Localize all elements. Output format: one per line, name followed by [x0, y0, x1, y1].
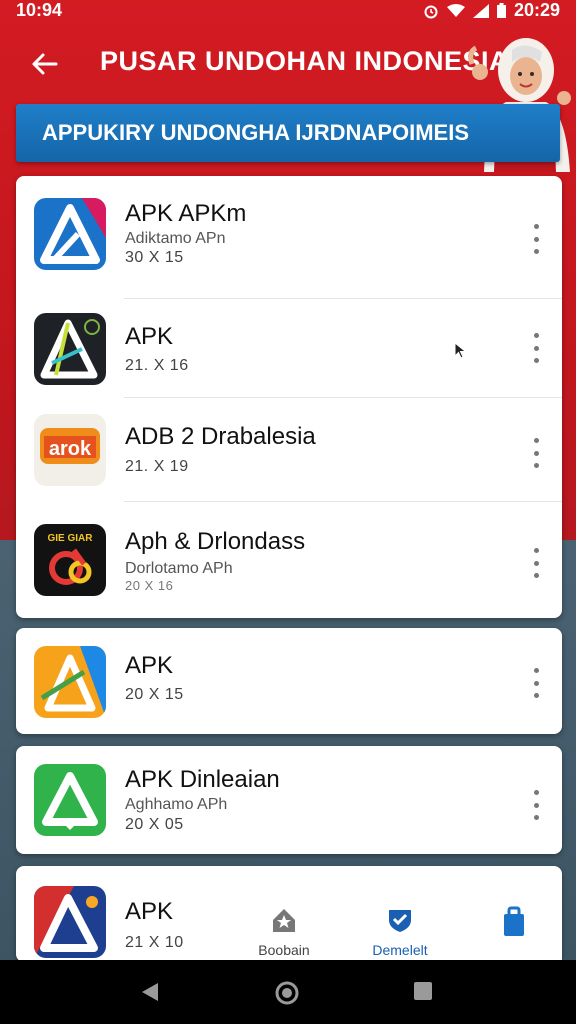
system-navigation-bar — [0, 960, 576, 1024]
square-recents-icon — [414, 982, 432, 1000]
app-name: APK Dinleaian — [125, 766, 280, 793]
app-size: 21 X 10 — [125, 934, 184, 951]
app-icon-black: GIE GIAR — [34, 524, 106, 596]
app-list-card: APK APKm Adiktamo APn 30 X 15 APK 21. X … — [16, 176, 562, 618]
app-name: APK — [125, 323, 174, 350]
app-icon-red-blue — [34, 886, 106, 958]
app-name: ADB 2 Drabalesia — [125, 423, 316, 450]
signal-icon — [472, 3, 489, 18]
mouse-cursor-icon — [454, 341, 468, 365]
app-icon-yellow — [34, 646, 106, 718]
more-options-button[interactable] — [530, 548, 542, 578]
app-card[interactable]: APK Dinleaian Aghhamo APh 20 X 05 — [16, 746, 562, 854]
app-icon-blue — [34, 198, 106, 270]
app-name: APK APKm — [125, 200, 247, 227]
app-name: APK — [125, 898, 174, 925]
more-options-button[interactable] — [530, 668, 542, 698]
nav-item-protect[interactable]: Demelelt — [360, 904, 440, 958]
nav-label: Boobain — [258, 942, 310, 958]
app-icon-green — [34, 764, 106, 836]
bottom-navigation: Boobain Demelelt — [228, 900, 562, 960]
bag-icon — [501, 906, 527, 941]
back-button[interactable] — [24, 44, 64, 84]
alarm-icon — [423, 3, 439, 19]
app-size: 20 X 05 — [125, 816, 184, 833]
nav-item-bag[interactable] — [474, 904, 554, 958]
triangle-back-icon — [142, 983, 158, 1001]
more-options-button[interactable] — [530, 224, 542, 254]
app-icon-text: arok — [49, 438, 92, 460]
nav-item-home[interactable]: Boobain — [244, 904, 324, 958]
app-name: Aph & Drlondass — [125, 528, 306, 555]
list-item[interactable]: GIE GIAR Aph & Drlondass Dorlotamo APh 2… — [16, 502, 562, 618]
app-card[interactable]: APK 20 X 15 — [16, 628, 562, 734]
app-size: 20 X 15 — [125, 686, 184, 703]
system-back-button[interactable] — [138, 980, 162, 1009]
app-size: 21. X 16 — [125, 357, 189, 374]
circle-home-icon — [275, 981, 299, 1005]
app-size: 30 X 15 — [125, 249, 184, 266]
system-recents-button[interactable] — [412, 980, 434, 1007]
home-star-icon — [270, 906, 298, 939]
promo-banner[interactable]: APPUKIRY UNDONGHA IJRDNAPOIMEIS — [16, 104, 560, 162]
app-size: 21. X 19 — [125, 458, 189, 475]
list-item[interactable]: arok ADB 2 Drabalesia 21. X 19 — [16, 398, 562, 501]
app-subtitle: Dorlotamo APh — [125, 560, 233, 577]
system-home-button[interactable] — [274, 980, 300, 1011]
status-icons: 20:29 — [423, 0, 560, 21]
battery-icon — [496, 3, 506, 18]
list-item[interactable]: APK APKm Adiktamo APn 30 X 15 — [16, 176, 562, 298]
more-options-button[interactable] — [530, 333, 542, 363]
banner-text: APPUKIRY UNDONGHA IJRDNAPOIMEIS — [42, 120, 470, 145]
list-item[interactable]: APK 21. X 16 — [16, 299, 562, 397]
app-icon-text: GIE GIAR — [47, 533, 93, 544]
nav-label: Demelelt — [372, 942, 428, 958]
more-options-button[interactable] — [530, 438, 542, 468]
app-size: 20 X 16 — [125, 578, 174, 593]
arrow-left-icon — [32, 53, 58, 75]
app-name: APK — [125, 652, 174, 679]
status-bar: 10:94 20:29 — [0, 0, 576, 22]
more-options-button[interactable] — [530, 790, 542, 820]
wifi-icon — [446, 3, 465, 18]
app-subtitle: Adiktamo APn — [125, 230, 226, 247]
page-title: PUSAR UNDOHAN INDONESIA — [100, 46, 510, 76]
app-icon-orange: arok — [34, 414, 106, 486]
status-clock-right: 20:29 — [513, 0, 560, 20]
app-subtitle: Aghhamo APh — [125, 796, 228, 813]
app-icon-dark — [34, 313, 106, 385]
status-time: 10:94 — [16, 0, 63, 20]
shield-check-icon — [386, 906, 414, 939]
